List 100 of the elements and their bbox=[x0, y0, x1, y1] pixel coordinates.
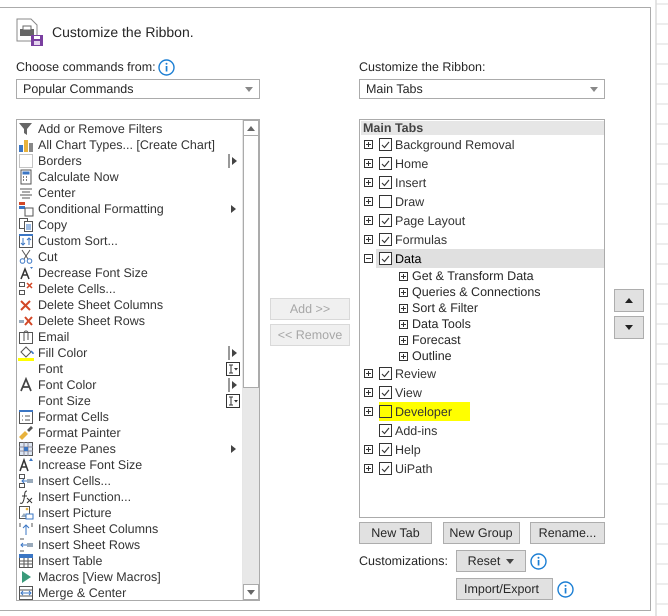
tab-tree-item[interactable]: Draw bbox=[376, 192, 604, 211]
expand-icon[interactable] bbox=[364, 159, 373, 168]
group-tree-item[interactable]: Data Tools bbox=[412, 317, 471, 331]
command-item[interactable]: Freeze Panes bbox=[17, 441, 242, 457]
expand-icon[interactable] bbox=[364, 445, 373, 454]
command-item[interactable]: Insert Table bbox=[17, 553, 242, 569]
command-item[interactable]: Delete Cells... bbox=[17, 281, 242, 297]
command-item[interactable]: Fill Color bbox=[17, 345, 242, 361]
tab-tree-item[interactable]: Data bbox=[376, 249, 604, 268]
command-item[interactable]: Custom Sort... bbox=[17, 233, 242, 249]
expand-icon[interactable] bbox=[399, 288, 408, 296]
tab-tree-item[interactable]: Insert bbox=[376, 173, 604, 192]
scrollbar[interactable] bbox=[242, 120, 259, 600]
command-item[interactable]: Delete Sheet Columns bbox=[17, 297, 242, 313]
group-tree-item[interactable]: Get & Transform Data bbox=[412, 269, 534, 283]
scrollbar-thumb[interactable] bbox=[243, 136, 259, 388]
tab-tree-item[interactable]: Help bbox=[376, 440, 604, 459]
expand-icon[interactable] bbox=[364, 369, 373, 378]
new-group-button[interactable]: New Group bbox=[442, 522, 520, 544]
info-icon[interactable] bbox=[530, 552, 547, 570]
checkbox[interactable] bbox=[379, 157, 392, 170]
command-item[interactable]: Font Color bbox=[17, 377, 242, 393]
tab-tree-item[interactable]: Background Removal bbox=[376, 135, 604, 154]
group-tree-item[interactable]: Sort & Filter bbox=[412, 301, 478, 315]
command-item[interactable]: Insert Picture bbox=[17, 505, 242, 521]
expand-icon[interactable] bbox=[364, 197, 373, 206]
command-item[interactable]: Insert Function... bbox=[17, 489, 242, 505]
import-export-button[interactable]: Import/Export bbox=[456, 578, 553, 600]
checkbox[interactable] bbox=[379, 462, 392, 475]
group-tree-item[interactable]: Outline bbox=[412, 349, 452, 363]
tab-tree-item[interactable]: Developer bbox=[376, 402, 604, 421]
command-item[interactable]: Delete Sheet Rows bbox=[17, 313, 242, 329]
checkbox[interactable] bbox=[379, 214, 392, 227]
tab-tree-item[interactable]: Home bbox=[376, 154, 604, 173]
move-up-button[interactable] bbox=[614, 289, 644, 312]
checkbox[interactable] bbox=[379, 367, 392, 380]
tabs-dropdown[interactable]: Main Tabs bbox=[359, 79, 605, 99]
insert-columns-icon bbox=[18, 521, 34, 537]
command-item[interactable]: Borders bbox=[17, 153, 242, 169]
rename-button[interactable]: Rename... bbox=[530, 522, 605, 544]
command-item[interactable]: Font bbox=[17, 361, 242, 377]
command-item[interactable]: Format Painter bbox=[17, 425, 242, 441]
checkbox[interactable] bbox=[379, 424, 392, 437]
checkbox[interactable] bbox=[379, 176, 392, 189]
checkbox[interactable] bbox=[379, 195, 392, 208]
command-item[interactable]: Conditional Formatting bbox=[17, 201, 242, 217]
tab-tree-item[interactable]: View bbox=[376, 383, 604, 402]
commands-dropdown[interactable]: Popular Commands bbox=[16, 79, 260, 99]
expand-icon[interactable] bbox=[364, 140, 373, 149]
collapse-icon[interactable] bbox=[364, 254, 373, 263]
tab-tree-item[interactable]: UiPath bbox=[376, 459, 604, 478]
tab-tree-item[interactable]: Formulas bbox=[376, 230, 604, 249]
checkbox[interactable] bbox=[379, 138, 392, 151]
command-item[interactable]: Insert Cells... bbox=[17, 473, 242, 489]
tab-tree-item[interactable]: Page Layout bbox=[376, 211, 604, 230]
info-icon[interactable] bbox=[158, 58, 175, 76]
command-item[interactable]: Merge & Center bbox=[17, 585, 242, 601]
expand-icon[interactable] bbox=[399, 336, 408, 344]
command-item[interactable]: Macros [View Macros] bbox=[17, 569, 242, 585]
command-item[interactable]: Calculate Now bbox=[17, 169, 242, 185]
group-tree-item[interactable]: Queries & Connections bbox=[412, 285, 541, 299]
expand-icon[interactable] bbox=[364, 464, 373, 473]
command-item[interactable]: Email bbox=[17, 329, 242, 345]
checkbox[interactable] bbox=[379, 252, 392, 265]
command-item[interactable]: Font Size bbox=[17, 393, 242, 409]
tab-tree-item[interactable]: Add-ins bbox=[376, 421, 604, 440]
command-item[interactable]: Decrease Font Size bbox=[17, 265, 242, 281]
command-item[interactable]: Format Cells bbox=[17, 409, 242, 425]
checkbox[interactable] bbox=[379, 443, 392, 456]
command-item[interactable]: Copy bbox=[17, 217, 242, 233]
expand-icon[interactable] bbox=[364, 235, 373, 244]
command-item[interactable]: Add or Remove Filters bbox=[17, 121, 242, 137]
scroll-up-button[interactable] bbox=[243, 120, 259, 136]
tab-tree-item[interactable]: Review bbox=[376, 364, 604, 383]
scroll-down-button[interactable] bbox=[243, 584, 259, 600]
commands-label: Choose commands from: bbox=[16, 60, 156, 74]
expand-icon[interactable] bbox=[364, 178, 373, 187]
expand-icon[interactable] bbox=[399, 320, 408, 328]
expand-icon[interactable] bbox=[399, 272, 408, 280]
expand-icon[interactable] bbox=[364, 216, 373, 225]
checkbox[interactable] bbox=[379, 233, 392, 246]
sort-icon bbox=[18, 233, 34, 249]
caret-icon bbox=[590, 86, 598, 92]
expand-icon[interactable] bbox=[364, 407, 373, 416]
command-item[interactable]: Increase Font Size bbox=[17, 457, 242, 473]
expand-icon[interactable] bbox=[364, 388, 373, 397]
expand-icon[interactable] bbox=[399, 304, 408, 312]
command-item[interactable]: Insert Sheet Rows bbox=[17, 537, 242, 553]
new-tab-button[interactable]: New Tab bbox=[359, 522, 432, 544]
expand-icon[interactable] bbox=[399, 352, 408, 360]
group-tree-item[interactable]: Forecast bbox=[412, 333, 461, 347]
command-item[interactable]: Center bbox=[17, 185, 242, 201]
command-item[interactable]: Cut bbox=[17, 249, 242, 265]
move-down-button[interactable] bbox=[614, 316, 644, 339]
command-item[interactable]: All Chart Types... [Create Chart] bbox=[17, 137, 242, 153]
command-item[interactable]: Insert Sheet Columns bbox=[17, 521, 242, 537]
checkbox[interactable] bbox=[379, 386, 392, 399]
checkbox[interactable] bbox=[379, 405, 392, 418]
reset-button[interactable]: Reset bbox=[456, 550, 526, 572]
info-icon[interactable] bbox=[557, 580, 574, 598]
